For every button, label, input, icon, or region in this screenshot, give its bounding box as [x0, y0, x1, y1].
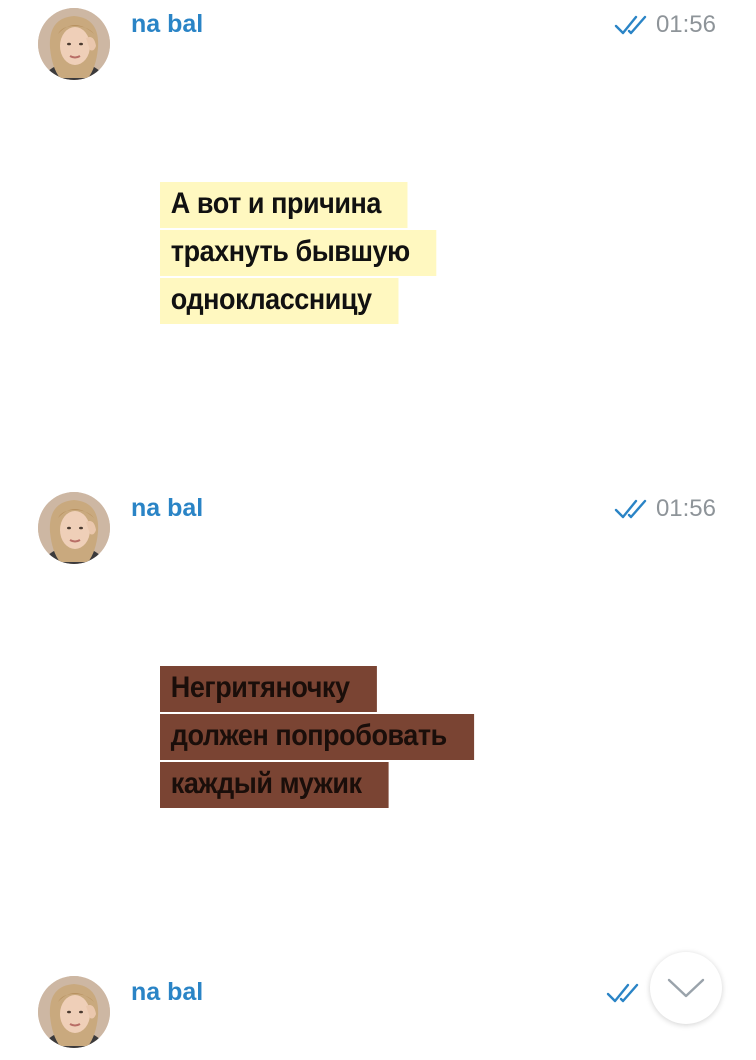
scroll-down-button[interactable] — [650, 952, 722, 1024]
message-meta — [606, 978, 640, 1008]
meme-caption: Негритяночку должен попробовать каждый м… — [160, 666, 509, 810]
double-check-icon — [614, 15, 647, 35]
message-item: na bal — [0, 968, 756, 1060]
caption-line: Негритяночку — [160, 666, 377, 712]
sender-name[interactable]: na bal — [131, 10, 203, 39]
double-check-icon — [606, 983, 639, 1003]
message-time: 01:56 — [655, 495, 716, 522]
double-check-icon — [614, 499, 647, 519]
caption-line: должен попробовать — [160, 714, 474, 760]
caption-line: А вот и причина — [160, 182, 408, 228]
avatar[interactable] — [38, 976, 110, 1048]
caption-line: одноклассницу — [160, 278, 399, 324]
avatar[interactable] — [38, 492, 110, 564]
chevron-down-icon — [667, 978, 705, 998]
avatar[interactable] — [38, 8, 110, 80]
sender-name[interactable]: na bal — [131, 494, 203, 523]
message-meta: 01:56 — [614, 494, 716, 524]
avatar-image — [38, 492, 110, 564]
caption-line: трахнуть бывшую — [160, 230, 437, 276]
sender-name[interactable]: na bal — [131, 978, 203, 1007]
message-item: na bal 01:56 А вот и причина трахнуть бы… — [0, 0, 756, 484]
meme-caption: А вот и причина трахнуть бывшую одноклас… — [160, 182, 467, 326]
caption-line: каждый мужик — [160, 762, 389, 808]
avatar-image — [38, 8, 110, 80]
message-item: na bal 01:56 Негритяночку должен попробо… — [0, 484, 756, 968]
message-time: 01:56 — [655, 11, 716, 38]
message-meta: 01:56 — [614, 10, 716, 40]
avatar-image — [38, 976, 110, 1048]
